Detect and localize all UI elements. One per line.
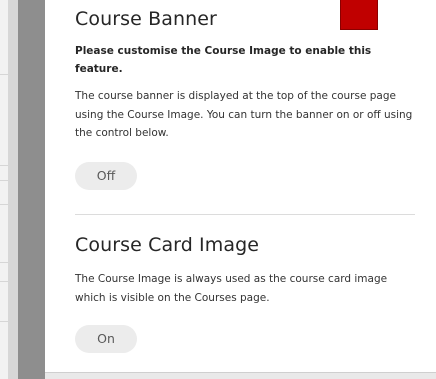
course-banner-description: The course banner is displayed at the to… — [75, 90, 413, 139]
panel-edge — [18, 0, 45, 379]
red-color-swatch — [340, 0, 378, 30]
course-card-image-description: The Course Image is always used as the c… — [75, 273, 388, 304]
course-settings-screen: Course Banner Please customise the Cours… — [0, 0, 436, 379]
course-card-image-title: Course Card Image — [75, 234, 260, 256]
panel-shadow — [8, 0, 18, 379]
panel-footer-bar — [45, 372, 436, 379]
course-card-image-toggle-button[interactable]: On — [75, 325, 137, 353]
course-banner-warning: Please customise the Course Image to ena… — [75, 45, 372, 75]
course-banner-toggle-button[interactable]: Off — [75, 162, 137, 190]
course-banner-title: Course Banner — [75, 8, 217, 30]
section-divider — [75, 214, 415, 215]
